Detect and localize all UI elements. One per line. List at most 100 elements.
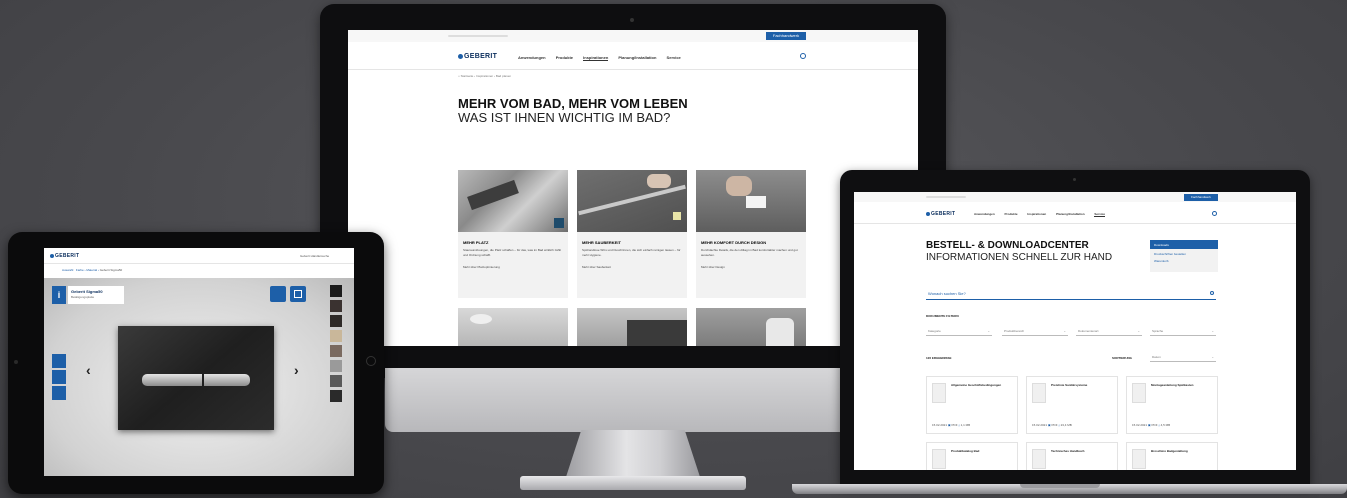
pdf-icon: ▣ bbox=[1047, 423, 1051, 427]
card-sauberkeit[interactable]: MEHR SAUBERKEIT Spülrandlose WCs und Dus… bbox=[577, 170, 687, 298]
desktop-header: GEBERIT Anwendungen Produkte Inspiration… bbox=[348, 44, 918, 70]
nav-item-anwendungen[interactable]: Anwendungen bbox=[518, 55, 546, 60]
search-icon[interactable] bbox=[1210, 291, 1214, 295]
breadcrumb-item[interactable]: Auswahl bbox=[62, 268, 73, 272]
download-icon[interactable]: ⤓ bbox=[958, 423, 959, 427]
card-link[interactable]: Mehr über Sauberkeit bbox=[582, 265, 682, 269]
card-platz[interactable]: MEHR PLATZ Stauraumlösungen, die Platz s… bbox=[458, 170, 568, 298]
save-icon[interactable] bbox=[290, 286, 306, 302]
document-title: Montageanleitung Spülkasten bbox=[1151, 383, 1194, 387]
desktop-top-button[interactable]: Fachhandwerk bbox=[766, 32, 806, 40]
page-subtitle: WAS IST IHNEN WICHTIG IM BAD? bbox=[458, 110, 671, 125]
breadcrumb-item[interactable]: Material bbox=[86, 268, 97, 272]
info-icon[interactable]: i bbox=[52, 286, 66, 304]
nav-item-planung[interactable]: Planung/Installation bbox=[618, 55, 656, 60]
swatch-column bbox=[328, 284, 344, 404]
document-size: 4,5 MB bbox=[1160, 423, 1171, 427]
device-mockup-scene: { "colors":{"background":"#48484c","bran… bbox=[0, 0, 1347, 498]
card-link[interactable]: Mehr über Platzoptimierung bbox=[463, 265, 563, 269]
document-card[interactable]: Technisches Handbuch bbox=[1026, 442, 1118, 470]
sort-select[interactable]: Datum ⌄ bbox=[1150, 352, 1216, 362]
filter-select[interactable]: Kategorie ⌄ bbox=[926, 326, 992, 336]
document-card[interactable]: Preisliste Sanitärsysteme 15.02.2021 ▣ P… bbox=[1026, 376, 1118, 434]
flush-button-left[interactable] bbox=[142, 374, 202, 386]
card-image-row2 bbox=[577, 308, 687, 346]
card-image-row2 bbox=[696, 308, 806, 346]
color-swatch[interactable] bbox=[330, 300, 342, 312]
color-swatch[interactable] bbox=[330, 285, 342, 297]
card-title: MEHR KOMFORT DURCH DESIGN bbox=[701, 240, 767, 245]
document-size: 23,4 MB bbox=[1060, 423, 1072, 427]
side-menu-item-active[interactable]: Downloads bbox=[1150, 240, 1218, 249]
geberit-logo[interactable]: GEBERIT bbox=[926, 211, 955, 217]
share-icon[interactable] bbox=[270, 286, 286, 302]
document-card[interactable]: Allgemeine Geschäftsbedingungen 15.02.20… bbox=[926, 376, 1018, 434]
color-swatch[interactable] bbox=[330, 315, 342, 327]
tablet-camera bbox=[14, 360, 18, 364]
document-card[interactable]: Produktkatalog Bad bbox=[926, 442, 1018, 470]
color-swatch[interactable] bbox=[330, 345, 342, 357]
document-date: 15.02.2021 bbox=[932, 423, 948, 427]
document-card[interactable]: Montageanleitung Spülkasten 15.02.2021 ▣… bbox=[1126, 376, 1218, 434]
monitor-stand bbox=[565, 430, 701, 480]
next-arrow-icon[interactable]: › bbox=[294, 362, 299, 378]
side-menu-item[interactable]: Warenkorb bbox=[1150, 257, 1218, 265]
download-icon[interactable]: ⤓ bbox=[1058, 423, 1059, 427]
filter-select[interactable]: Dokumentenart ⌄ bbox=[1076, 326, 1142, 336]
geberit-logo[interactable]: GEBERIT bbox=[50, 253, 79, 259]
document-thumbnail bbox=[1032, 383, 1046, 403]
nav-item-service[interactable]: Service bbox=[1094, 212, 1106, 217]
document-search-input[interactable]: Wonach suchen Sie? bbox=[926, 288, 1216, 300]
nav-item-planung[interactable]: Planung/Installation bbox=[1056, 212, 1085, 216]
page-title: BESTELL- & DOWNLOADCENTER bbox=[926, 240, 1089, 251]
prev-arrow-icon[interactable]: ‹ bbox=[86, 362, 91, 378]
color-swatch[interactable] bbox=[330, 390, 342, 402]
document-date: 15.02.2021 bbox=[1032, 423, 1048, 427]
laptop-notch bbox=[1020, 484, 1100, 488]
nav-item-service[interactable]: Service bbox=[667, 55, 681, 60]
nav-item-inspirationen[interactable]: Inspirationen bbox=[583, 55, 609, 61]
expand-icon[interactable] bbox=[554, 218, 564, 228]
tool-button-download[interactable] bbox=[52, 386, 66, 400]
nav-item-produkte[interactable]: Produkte bbox=[556, 55, 573, 60]
nav-item-inspirationen[interactable]: Inspirationen bbox=[1027, 212, 1046, 216]
download-icon[interactable]: ⤓ bbox=[1158, 423, 1159, 427]
document-title: Preisliste Sanitärsysteme bbox=[1051, 383, 1088, 387]
document-thumbnail bbox=[1132, 449, 1146, 469]
document-date: 15.02.2021 bbox=[1132, 423, 1148, 427]
filter-select[interactable]: Sprache ⌄ bbox=[1150, 326, 1216, 336]
sort-label: SORTIERUNG bbox=[1112, 356, 1133, 360]
geberit-logo[interactable]: GEBERIT bbox=[458, 53, 497, 60]
breadcrumb-item[interactable]: Startseite bbox=[461, 74, 474, 78]
tablet-device: GEBERIT Geberit Händlersuche Auswahl Far… bbox=[8, 232, 384, 494]
document-title: Broschüre Badgestaltung bbox=[1151, 449, 1188, 453]
nav-item-produkte[interactable]: Produkte bbox=[1005, 212, 1018, 216]
document-card[interactable]: Broschüre Badgestaltung bbox=[1126, 442, 1218, 470]
card-link[interactable]: Mehr über Design bbox=[701, 265, 801, 269]
search-icon[interactable] bbox=[800, 53, 806, 59]
laptop-meta-links[interactable] bbox=[926, 196, 966, 198]
tablet-top-link[interactable]: Geberit Händlersuche bbox=[300, 254, 329, 258]
flush-button-right[interactable] bbox=[204, 374, 250, 386]
side-menu: Downloads Druckschriften bestellen Waren… bbox=[1150, 240, 1218, 272]
tool-button-dimensions[interactable] bbox=[52, 354, 66, 368]
card-image bbox=[696, 170, 806, 232]
color-swatch[interactable] bbox=[330, 360, 342, 372]
desktop-meta-links[interactable] bbox=[448, 35, 508, 37]
breadcrumb-item[interactable]: Farbe bbox=[76, 268, 84, 272]
tool-button-zoom[interactable] bbox=[52, 370, 66, 384]
search-icon[interactable] bbox=[1212, 211, 1217, 216]
laptop-main-nav: Anwendungen Produkte Inspirationen Planu… bbox=[974, 212, 1114, 217]
home-icon[interactable]: ⌂ bbox=[458, 74, 460, 78]
side-menu-item[interactable]: Druckschriften bestellen bbox=[1150, 249, 1218, 257]
color-swatch[interactable] bbox=[330, 375, 342, 387]
card-text: Durchdachte Details, die den Alltag im B… bbox=[701, 248, 798, 257]
tablet-breadcrumb: Auswahl Farbe › Material › Geberit Sigma… bbox=[62, 268, 123, 272]
card-komfort[interactable]: MEHR KOMFORT DURCH DESIGN Durchdachte De… bbox=[696, 170, 806, 298]
breadcrumb-item[interactable]: Inspirationen bbox=[476, 74, 493, 78]
filter-select[interactable]: Produktbereich ⌄ bbox=[1002, 326, 1068, 336]
laptop-top-button[interactable]: Fachhandwerk bbox=[1184, 194, 1218, 201]
filter-title: DOKUMENTE FILTERN bbox=[926, 314, 959, 318]
nav-item-anwendungen[interactable]: Anwendungen bbox=[974, 212, 995, 216]
color-swatch[interactable] bbox=[330, 330, 342, 342]
